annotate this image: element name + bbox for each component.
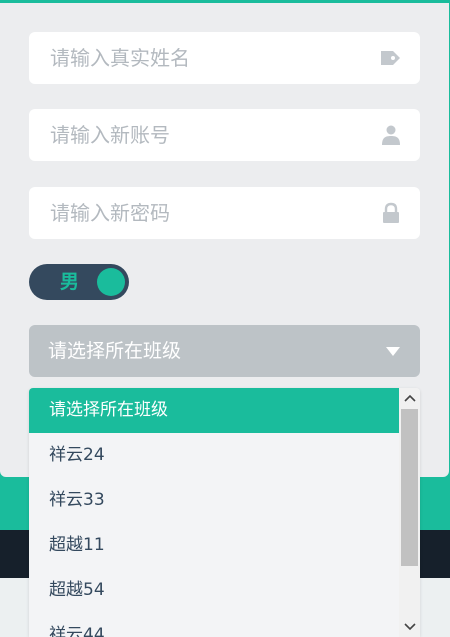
- user-icon: [380, 124, 402, 146]
- gender-toggle-label: 男: [60, 271, 80, 293]
- dropdown-options: 请选择所在班级 祥云24 祥云33 超越11 超越54 祥云44: [29, 388, 399, 637]
- scroll-up-arrow-icon[interactable]: [399, 388, 420, 408]
- dropdown-option[interactable]: 超越11: [29, 523, 399, 568]
- scrollbar-thumb[interactable]: [401, 409, 418, 566]
- account-placeholder: 请输入新账号: [50, 123, 170, 147]
- dropdown-option[interactable]: 祥云33: [29, 478, 399, 523]
- tag-icon: [380, 47, 402, 69]
- dropdown-option[interactable]: 超越54: [29, 568, 399, 613]
- class-select-label: 请选择所在班级: [48, 340, 182, 362]
- class-dropdown-list: 请选择所在班级 祥云24 祥云33 超越11 超越54 祥云44: [29, 388, 420, 637]
- password-field[interactable]: 请输入新密码: [29, 187, 420, 239]
- dropdown-option[interactable]: 祥云44: [29, 613, 399, 637]
- scroll-down-arrow-icon[interactable]: [399, 617, 420, 637]
- password-placeholder: 请输入新密码: [50, 201, 170, 225]
- dropdown-scrollbar[interactable]: [399, 388, 420, 637]
- account-field[interactable]: 请输入新账号: [29, 109, 420, 161]
- gender-toggle[interactable]: 男: [29, 264, 129, 300]
- real-name-field[interactable]: 请输入真实姓名: [29, 32, 420, 84]
- dropdown-option[interactable]: 请选择所在班级: [29, 388, 399, 433]
- toggle-knob: [97, 268, 125, 296]
- class-select[interactable]: 请选择所在班级: [29, 325, 420, 377]
- real-name-placeholder: 请输入真实姓名: [50, 46, 190, 70]
- caret-down-icon: [386, 347, 400, 356]
- lock-icon: [380, 202, 402, 224]
- dropdown-option[interactable]: 祥云24: [29, 433, 399, 478]
